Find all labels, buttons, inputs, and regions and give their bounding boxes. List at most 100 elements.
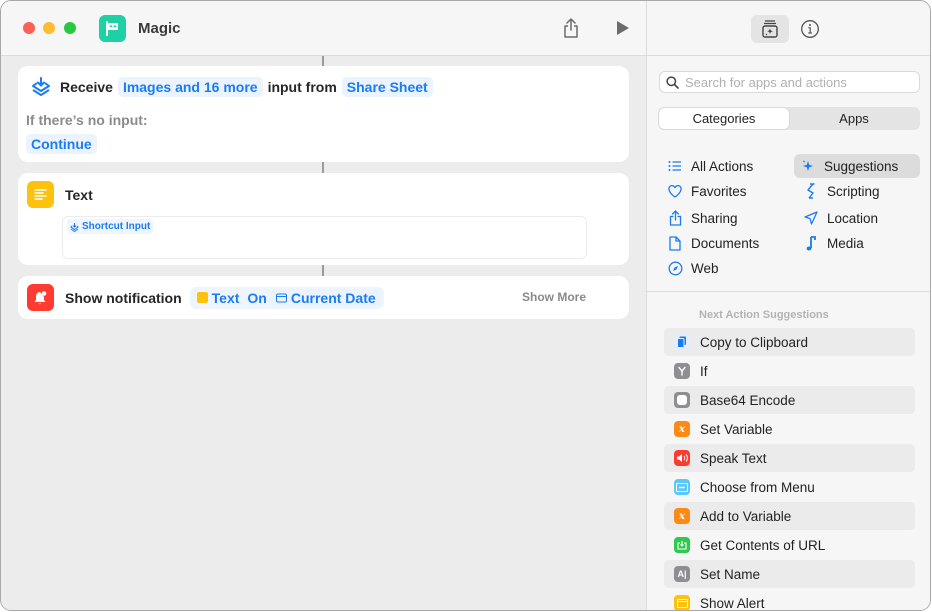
location-arrow-icon [801,211,821,225]
notification-text-token[interactable]: Text [193,290,244,306]
suggestion-show-alert[interactable]: Show Alert [664,589,915,611]
search-input[interactable] [685,74,905,90]
encode-icon [674,392,690,408]
category-web[interactable]: Web [661,256,719,280]
show-notification-action[interactable]: Show notification Text On Current Date S… [18,276,629,319]
calendar-icon [275,293,287,302]
notification-parameters: Text On Current Date [189,286,384,309]
music-note-icon [801,235,821,251]
alert-icon [674,595,690,610]
show-more-button[interactable]: Show More [522,290,586,304]
scroll-icon [801,183,821,199]
input-from-label: input from [267,79,337,95]
shortcut-input-token[interactable]: Shortcut Input [67,219,154,234]
category-media[interactable]: Media [797,231,864,255]
text-action-title: Text [65,186,93,203]
receive-tray-icon [28,76,54,98]
no-input-action-token[interactable]: Continue [26,134,97,154]
branch-icon [674,363,690,379]
action-search-field[interactable] [659,71,920,93]
flow-connector [322,162,324,173]
category-documents[interactable]: Documents [661,231,759,255]
category-scripting[interactable]: Scripting [797,179,880,203]
on-label: On [247,289,267,306]
tab-categories[interactable]: Categories [659,108,789,129]
category-label: Documents [691,235,760,251]
suggestion-label: Set Name [700,566,761,582]
text-content-field[interactable]: Shortcut Input [62,216,587,259]
action-library-pane: Categories Apps All Actions Suggestions … [646,1,930,611]
suggestion-label: Get Contents of URL [700,537,826,553]
shortcut-mask-icon[interactable] [99,15,126,42]
category-suggestions[interactable]: Suggestions [794,154,920,178]
notification-bell-icon [27,284,54,311]
input-source-token[interactable]: Share Sheet [341,77,433,97]
current-date-token[interactable]: Current Date [270,288,381,307]
text-action[interactable]: Text Shortcut Input [18,173,629,265]
suggestion-label: Choose from Menu [700,479,815,495]
suggestion-add-to-variable[interactable]: x Add to Variable [664,502,915,530]
category-label: Web [691,260,719,276]
suggestion-label: Set Variable [700,421,773,437]
suggestion-copy-to-clipboard[interactable]: Copy to Clipboard [664,328,915,356]
suggestion-speak-text[interactable]: Speak Text [664,444,915,472]
document-icon [665,235,685,251]
speaker-icon [674,450,690,466]
category-label: All Actions [691,158,754,174]
action-library-icon [762,20,778,38]
suggestion-get-contents-of-url[interactable]: Get Contents of URL [664,531,915,559]
search-icon [666,75,679,89]
download-icon [674,537,690,553]
info-icon [801,20,819,38]
action-library-button[interactable] [751,15,789,43]
category-favorites[interactable]: Favorites [661,179,747,203]
current-date-label: Current Date [290,289,376,306]
zoom-window-button[interactable] [64,22,76,34]
suggestion-choose-from-menu[interactable]: Choose from Menu [664,473,915,501]
variable-icon: x [674,508,690,524]
receive-label: Receive [60,79,113,95]
receive-input-action[interactable]: Receive Images and 16 more input from Sh… [18,66,629,162]
run-button[interactable] [612,17,634,39]
share-icon [564,18,578,38]
category-sharing[interactable]: Sharing [661,206,738,230]
suggestion-if[interactable]: If [664,357,915,385]
suggestion-set-name[interactable]: A| Set Name [664,560,915,588]
category-all-actions[interactable]: All Actions [661,154,753,178]
list-icon [665,160,685,172]
suggestion-label: Add to Variable [700,508,792,524]
suggestion-label: Copy to Clipboard [700,334,809,350]
minimize-window-button[interactable] [43,22,55,34]
close-window-button[interactable] [23,22,35,34]
input-types-token[interactable]: Images and 16 more [117,77,263,97]
shortcut-title[interactable]: Magic [138,20,181,37]
info-button[interactable] [799,18,821,40]
suggestion-set-variable[interactable]: x Set Variable [664,415,915,443]
suggestion-base64-encode[interactable]: Base64 Encode [664,386,915,414]
heart-icon [665,184,685,198]
share-button[interactable] [560,17,582,39]
section-divider [647,291,930,292]
suggestion-label: Show Alert [700,595,765,611]
variable-icon: x [674,421,690,437]
share-icon [665,210,685,226]
flow-connector [322,56,324,66]
notification-text-label: Text [211,289,240,306]
category-label: Scripting [827,183,880,199]
shortcut-input-label: Shortcut Input [82,221,151,232]
notification-title: Show notification [65,289,182,306]
title-bar: Magic [1,1,646,56]
category-label: Media [827,235,864,251]
library-segmented-control: Categories Apps [658,107,920,130]
category-location[interactable]: Location [797,206,878,230]
shortcut-input-icon [70,222,79,232]
compass-icon [665,261,685,276]
sparkles-icon [798,159,818,173]
shortcuts-window: Magic Receive Images and 16 more input f… [0,0,931,611]
category-label: Location [827,210,879,226]
tab-apps[interactable]: Apps [789,108,919,129]
suggestion-label: If [700,363,708,379]
play-icon [617,21,629,35]
editor-pane: Magic Receive Images and 16 more input f… [1,1,646,610]
suggestion-label: Base64 Encode [700,392,796,408]
